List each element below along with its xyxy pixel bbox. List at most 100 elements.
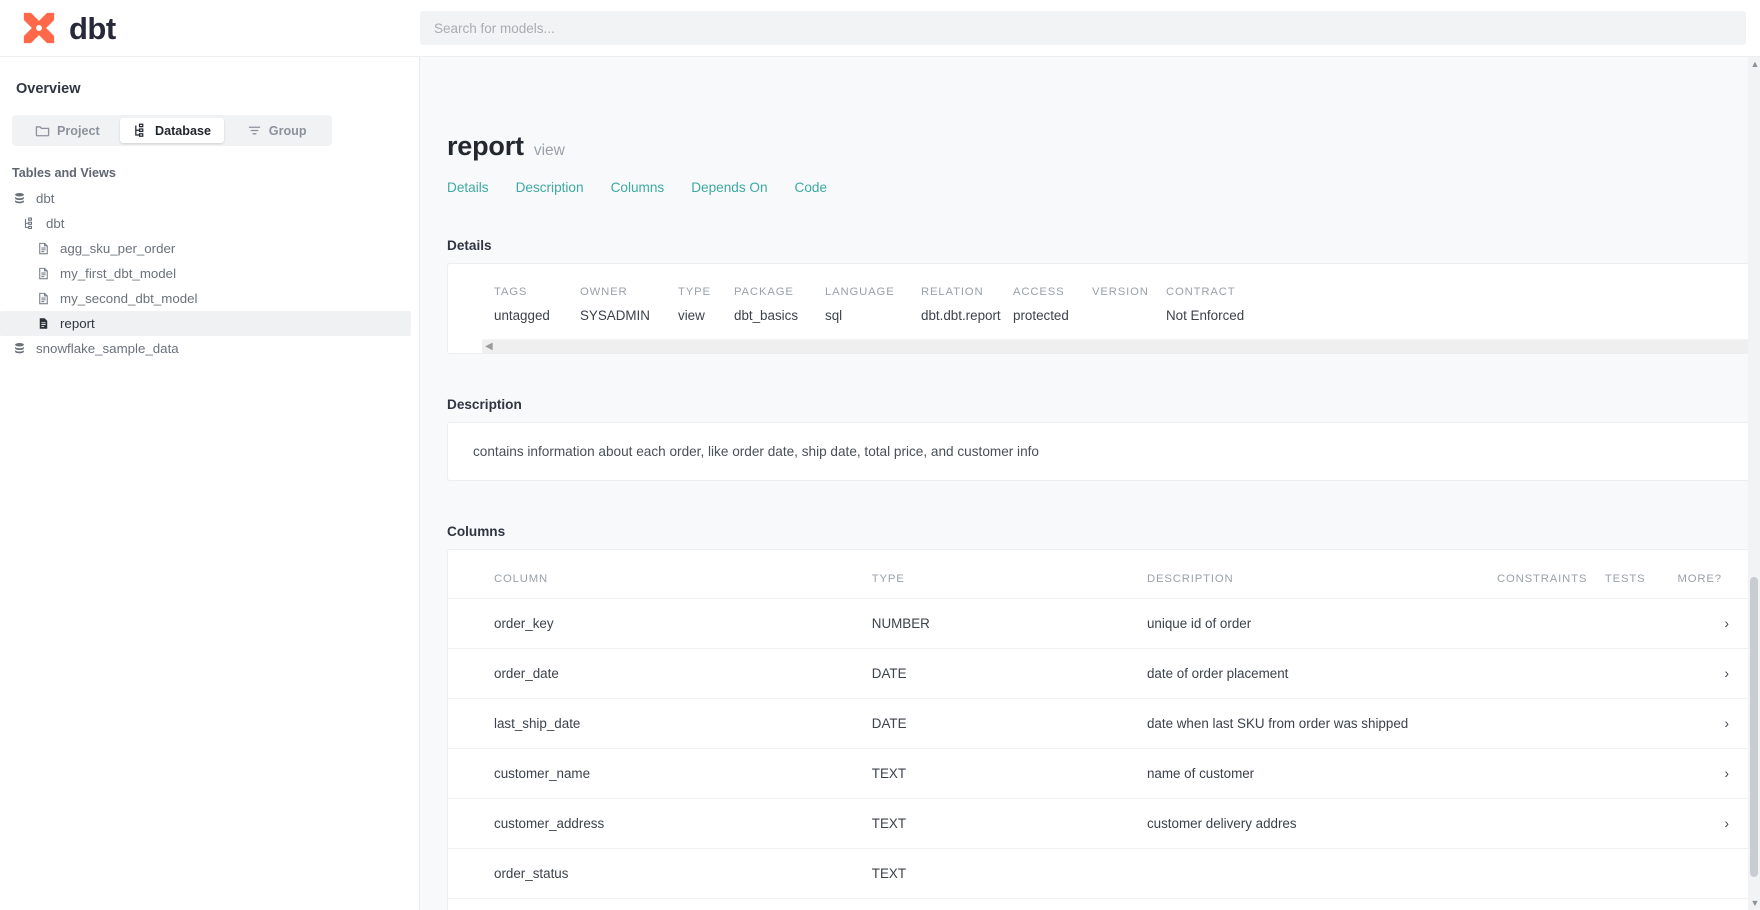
table-row[interactable]: last_ship_date DATE date when last SKU f… [448,698,1759,749]
cell-constraints [1497,848,1605,899]
details-panel: TAGS untagged OWNER SYSADMIN TYPE view P… [447,263,1760,354]
row-expand-chevron-icon[interactable]: › [1677,798,1759,849]
page-vertical-scrollbar[interactable]: ▲ ▼ [1748,57,1760,910]
tree-item-my-second-dbt-model[interactable]: my_second_dbt_model [0,286,411,311]
detail-key: TYPE [678,286,711,298]
dbt-docs-app: dbt Overview Project [0,0,1760,910]
scroll-up-caret-icon[interactable]: ▲ [1751,59,1760,69]
tab-code[interactable]: Code [795,180,828,195]
top-bar: dbt [0,0,1760,57]
cell-tests [1604,648,1678,699]
table-row[interactable]: order_date DATE date of order placement … [448,648,1759,699]
cell-column: order_status [448,848,872,899]
tables-and-views-label: Tables and Views [12,166,116,180]
content-tabs: Details Description Columns Depends On C… [420,162,1760,195]
cell-tests [1604,798,1678,849]
row-expand-chevron-icon[interactable]: › [1677,698,1759,749]
model-file-icon [36,316,51,331]
cell-tests [1604,598,1678,649]
cell-type: TEXT [871,798,1147,849]
cell-description: date of order placement [1146,648,1497,699]
cell-type: TEXT [871,748,1147,799]
col-header-more[interactable]: MORE? [1677,550,1759,599]
details-horizontal-scrollbar[interactable]: ◀ ▶ [482,339,1759,353]
row-expand-chevron-icon[interactable]: › [1677,898,1759,910]
detail-contract: CONTRACT Not Enforced [1166,286,1244,323]
tab-project-label: Project [56,123,100,138]
detail-value: view [678,308,705,323]
model-file-icon [36,241,51,256]
database-icon [12,341,27,356]
model-file-icon [36,266,51,281]
search-input[interactable] [420,11,1746,45]
tab-description[interactable]: Description [516,180,584,195]
detail-type: TYPE view [678,286,734,323]
sidebar-view-switcher: Project Database Group [12,115,332,146]
detail-value: SYSADMIN [580,308,650,323]
tree-item-dbt-database[interactable]: dbt [0,186,411,211]
vertical-scroll-thumb[interactable] [1750,577,1758,877]
detail-key: ACCESS [1013,286,1065,298]
tree-item-snowflake-sample-data[interactable]: snowflake_sample_data [0,336,411,361]
cell-tests [1604,698,1678,749]
tab-group[interactable]: Group [224,118,329,143]
folder-icon [35,123,50,138]
detail-value: dbt_basics [734,308,799,323]
row-expand-chevron-icon[interactable]: › [1677,598,1759,649]
scroll-down-caret-icon[interactable]: ▼ [1751,898,1760,908]
cell-description: customer delivery addres [1146,798,1497,849]
tree-item-report[interactable]: report [0,311,411,336]
scroll-left-caret-icon[interactable]: ◀ [485,341,493,352]
cell-description: total invoiced price [1146,898,1497,910]
col-header-column[interactable]: COLUMN [448,550,872,599]
cell-column: last_ship_date [448,698,872,749]
details-heading: Details [447,238,492,253]
cell-column: order_key [448,598,872,649]
table-row[interactable]: order_key NUMBER unique id of order › [448,598,1759,649]
cell-description: unique id of order [1146,598,1497,649]
detail-key: TAGS [494,286,528,298]
col-header-constraints[interactable]: CONSTRAINTS [1497,550,1605,599]
table-row[interactable]: customer_name TEXT name of customer › [448,748,1759,799]
tree-item-label: dbt [36,191,55,206]
sidebar-item-overview[interactable]: Overview [0,81,419,97]
search-container [420,11,1760,45]
cell-column: customer_address [448,798,872,849]
cell-constraints [1497,748,1605,799]
table-row[interactable]: customer_address TEXT customer delivery … [448,798,1759,849]
detail-key: RELATION [921,286,984,298]
tab-details[interactable]: Details [447,180,489,195]
detail-key: LANGUAGE [825,286,895,298]
tab-depends-on[interactable]: Depends On [691,180,767,195]
filter-lines-icon [247,123,262,138]
tree-item-my-first-dbt-model[interactable]: my_first_dbt_model [0,261,411,286]
cell-type: TEXT [871,848,1147,899]
brand[interactable]: dbt [0,7,420,49]
tab-group-label: Group [268,123,307,138]
detail-key: PACKAGE [734,286,794,298]
detail-value: sql [825,308,843,323]
tree-item-dbt-schema[interactable]: dbt [0,211,411,236]
tab-database[interactable]: Database [119,118,225,143]
cell-constraints [1497,798,1605,849]
cell-column: order_date [448,648,872,699]
dbt-logo-icon [23,12,55,44]
row-expand-chevron-icon[interactable] [1677,848,1759,899]
tree-item-label: dbt [46,216,65,231]
cell-type: NUMBER [871,598,1147,649]
tab-project[interactable]: Project [15,118,120,143]
description-text: contains information about each order, l… [473,444,1039,459]
page-title: report [447,131,524,161]
col-header-description[interactable]: DESCRIPTION [1146,550,1497,599]
col-header-type[interactable]: TYPE [871,550,1147,599]
table-row[interactable]: total_price NUMBER total invoiced price … [448,898,1759,910]
col-header-tests[interactable]: TESTS [1604,550,1678,599]
tree-item-agg-sku-per-order[interactable]: agg_sku_per_order [0,236,411,261]
row-expand-chevron-icon[interactable]: › [1677,648,1759,699]
table-row[interactable]: order_status TEXT [448,848,1759,899]
cell-description: name of customer [1146,748,1497,799]
cell-type: DATE [871,698,1147,749]
tab-columns[interactable]: Columns [611,180,665,195]
tree-item-label: snowflake_sample_data [36,341,179,356]
row-expand-chevron-icon[interactable]: › [1677,748,1759,799]
